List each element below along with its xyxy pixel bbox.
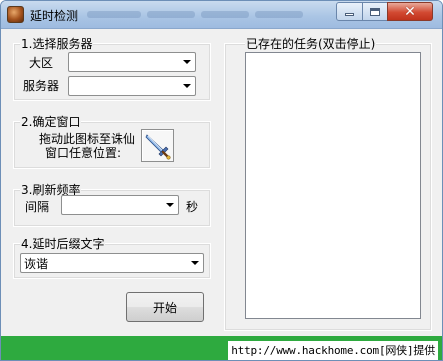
task-list[interactable]	[245, 52, 421, 319]
bottom-banner: http://www.hackhome.com[网侠]提供	[1, 336, 442, 360]
window-finder-target[interactable]	[141, 129, 174, 162]
maximize-button[interactable]	[362, 2, 388, 21]
app-icon	[7, 6, 24, 23]
region-label: 大区	[29, 56, 54, 70]
suffix-group-label: 4.延时后缀文字	[20, 235, 106, 252]
title-blur	[201, 11, 249, 18]
title-bar[interactable]: 延时检测 ✕	[1, 1, 442, 29]
chevron-down-icon[interactable]	[161, 196, 178, 214]
interval-label: 间隔	[25, 200, 50, 214]
suffix-select[interactable]: 诙谐	[20, 253, 204, 273]
server-group-label: 1.选择服务器	[20, 35, 94, 52]
maximize-icon	[370, 7, 380, 16]
window-group-label: 2.确定窗口	[20, 113, 82, 130]
watermark-text: http://www.hackhome.com[网侠]提供	[228, 341, 438, 360]
interval-unit-label: 秒	[186, 200, 199, 214]
interval-select[interactable]	[61, 195, 179, 215]
server-select[interactable]	[68, 76, 196, 96]
server-label: 服务器	[23, 79, 60, 93]
title-blur	[255, 11, 303, 18]
start-button[interactable]: 开始	[126, 292, 204, 322]
app-window: 延时检测 ✕ 1.选择服务器 大区 服务器 2.确定窗口 拖动此图标至诛仙 窗口…	[0, 0, 443, 361]
drag-instruction-line2: 窗口任意位置:	[45, 146, 122, 160]
suffix-value: 诙谐	[24, 256, 49, 271]
minimize-icon	[345, 13, 354, 16]
tasks-group-label: 已存在的任务(双击停止)	[245, 35, 377, 52]
chevron-down-icon[interactable]	[186, 254, 203, 272]
minimize-button[interactable]	[336, 2, 363, 21]
region-select[interactable]	[68, 52, 196, 72]
title-blur	[87, 11, 141, 18]
title-blur	[147, 11, 195, 18]
close-button[interactable]: ✕	[387, 2, 433, 21]
chevron-down-icon[interactable]	[178, 53, 195, 71]
chevron-down-icon[interactable]	[178, 77, 195, 95]
sword-icon	[145, 134, 171, 160]
close-icon: ✕	[404, 3, 416, 20]
window-title: 延时检测	[30, 9, 79, 23]
